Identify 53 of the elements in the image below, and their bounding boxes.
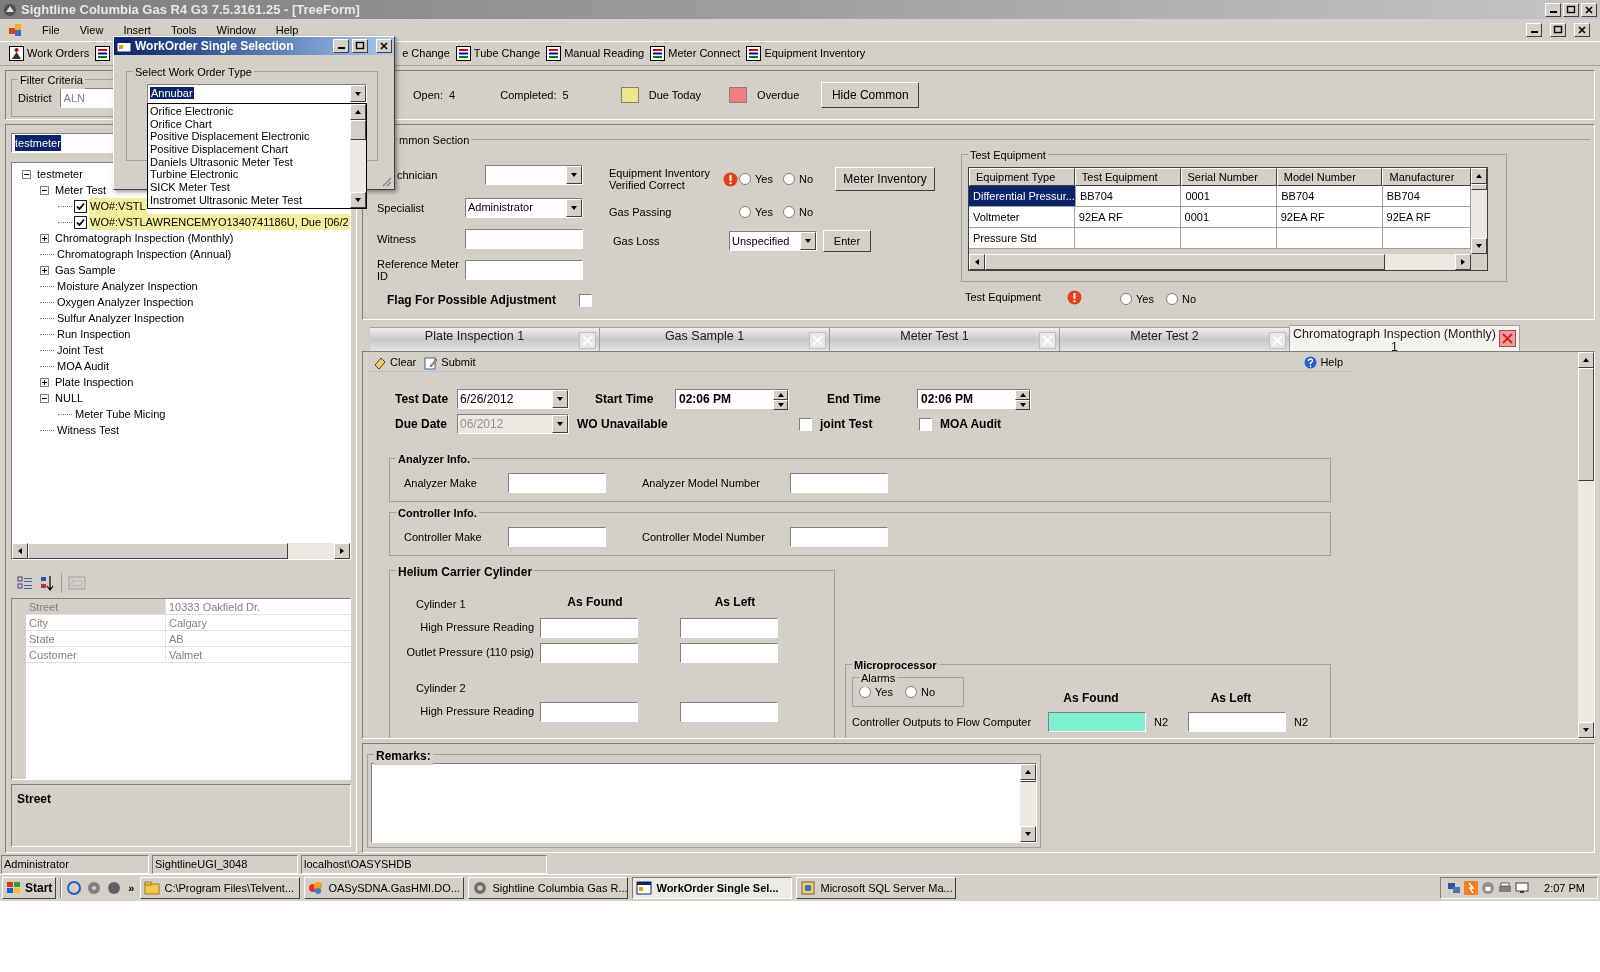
question-label: Equipment Inventory Verified Correct [609, 167, 711, 191]
clock: 2:07 PM [1544, 880, 1585, 896]
field-label: Analyzer Model Number [642, 475, 761, 491]
open-count: Open: 4 [413, 87, 456, 103]
field-label: Gas Loss [612, 233, 661, 249]
field-label: Reference Meter ID [377, 257, 460, 282]
completed-count: Completed: 5 [500, 87, 569, 103]
radio-label: Yes [875, 684, 893, 700]
field-label: chnician [396, 169, 439, 181]
legend-label: Due Today [648, 87, 702, 103]
window-title: Sightline Columbia Gas R4 G3 7.5.3161.25 - [TreeForm] [21, 0, 361, 19]
status-pane: SightlineUGI_3048 [152, 855, 298, 874]
field-label: Start Time [595, 391, 655, 408]
radio-label: Yes [1136, 291, 1154, 307]
legend-label: Overdue [757, 87, 800, 103]
wo-status: WO Unavailable [577, 416, 669, 433]
reading-label: Outlet Pressure (110 psig) [405, 645, 535, 661]
checkbox-label: MOA Audit [940, 416, 1002, 433]
radio-label: No [920, 684, 935, 700]
field-label: Controller Model Number [642, 529, 766, 545]
status-pane: localhost\OASYSHDB [301, 855, 547, 874]
dialog-title: WorkOrder Single Selection [135, 38, 295, 55]
field-label: Controller Make [404, 529, 483, 545]
field-label: District [18, 90, 52, 106]
flag-label: Flag For Possible Adjustment [387, 292, 557, 309]
reading-label: Controller Outputs to Flow Computer [852, 714, 1033, 730]
cylinder-label: Cylinder 2 [416, 680, 466, 696]
column-header: As Left [1209, 690, 1253, 707]
radio-label: Yes [755, 171, 773, 187]
radio-label: No [1181, 291, 1196, 307]
field-label: Analyzer Make [404, 475, 478, 491]
field-label: Witness [377, 232, 418, 245]
unit-label: N2 [1154, 714, 1170, 730]
radio-label: Yes [755, 204, 773, 220]
column-header: As Left [713, 594, 757, 611]
property-description: Street [17, 792, 51, 806]
reading-label: High Pressure Reading [419, 704, 535, 720]
field-label: Test Date [395, 391, 450, 408]
unit-label: N2 [1294, 714, 1309, 730]
field-label: Specialist [377, 201, 426, 214]
field-label: End Time [827, 391, 882, 408]
checkbox-label: joint Test [820, 416, 873, 433]
cylinder-label: Cylinder 1 [416, 596, 466, 612]
field-label: Test Equipment [965, 289, 1042, 305]
status-pane: Administrator [1, 855, 149, 874]
reading-label: High Pressure Reading [419, 620, 535, 636]
column-header: As Found [566, 594, 624, 611]
field-label: Due Date [395, 416, 448, 433]
column-header: As Found [1062, 690, 1120, 707]
question-label: Gas Passing [609, 206, 673, 218]
group-title: Alarms [859, 670, 898, 687]
radio-label: No [798, 204, 813, 220]
radio-label: No [798, 171, 813, 187]
